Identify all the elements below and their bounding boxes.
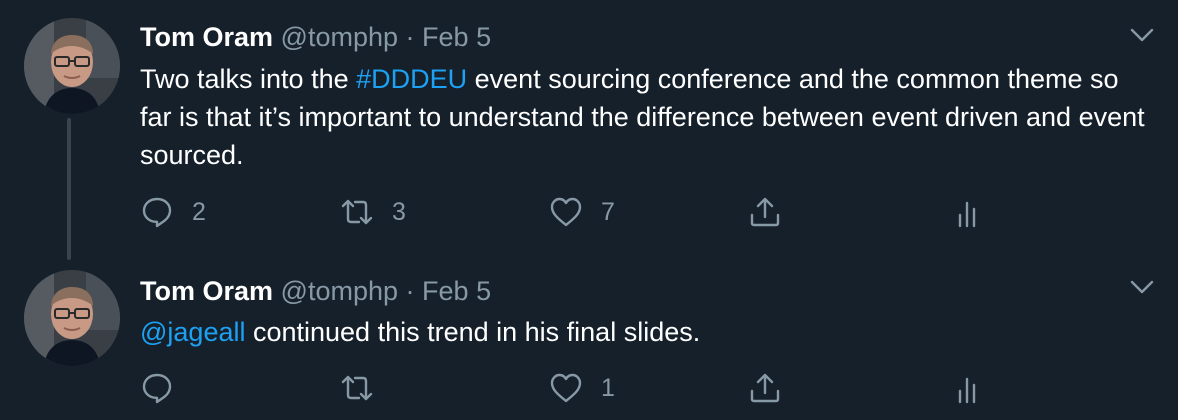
tweet-2[interactable]: Tom Oram @tomphp · Feb 5 @jageall contin… bbox=[0, 260, 1178, 420]
analytics-icon bbox=[958, 377, 976, 404]
like-count: 1 bbox=[601, 374, 615, 402]
tweet-text-part: continued this trend in his final slides… bbox=[245, 317, 701, 347]
separator-dot: · bbox=[405, 22, 415, 52]
avatar[interactable] bbox=[24, 270, 120, 366]
retweet-button[interactable]: 3 bbox=[340, 192, 406, 232]
retweet-count: 3 bbox=[392, 198, 406, 226]
thread-line bbox=[67, 118, 71, 260]
share-button[interactable] bbox=[748, 368, 782, 408]
retweet-icon bbox=[341, 199, 373, 225]
like-button[interactable]: 1 bbox=[549, 368, 615, 408]
tweet-text-part: Two talks into the bbox=[140, 64, 357, 94]
tweet-date[interactable]: Feb 5 bbox=[422, 22, 491, 52]
tweet-text: Two talks into the #DDDEU event sourcing… bbox=[140, 60, 1150, 174]
tweet-1[interactable]: Tom Oram @tomphp · Feb 5 Two talks into … bbox=[0, 0, 1178, 260]
analytics-button[interactable] bbox=[952, 368, 986, 408]
author-handle[interactable]: @tomphp bbox=[281, 276, 398, 306]
share-icon bbox=[750, 373, 780, 403]
tweet-header: Tom Oram @tomphp · Feb 5 bbox=[140, 274, 491, 308]
like-icon bbox=[550, 373, 582, 403]
hashtag-link[interactable]: #DDDEU bbox=[356, 64, 467, 94]
reply-icon bbox=[142, 197, 172, 228]
tweet-actions: 1 bbox=[140, 368, 1040, 408]
author-handle[interactable]: @tomphp bbox=[281, 22, 398, 52]
retweet-icon bbox=[341, 375, 373, 401]
analytics-button[interactable] bbox=[952, 192, 986, 232]
author-name[interactable]: Tom Oram bbox=[140, 276, 273, 306]
share-icon bbox=[750, 197, 780, 227]
tweet-actions: 2 3 7 bbox=[140, 192, 1040, 232]
chevron-down-icon[interactable] bbox=[1126, 18, 1158, 50]
reply-button[interactable]: 2 bbox=[140, 192, 206, 232]
share-button[interactable] bbox=[748, 192, 782, 232]
chevron-down-icon[interactable] bbox=[1126, 270, 1158, 302]
retweet-button[interactable] bbox=[340, 368, 392, 408]
analytics-icon bbox=[958, 201, 976, 228]
tweet-text: @jageall continued this trend in his fin… bbox=[140, 313, 1150, 351]
tweet-date[interactable]: Feb 5 bbox=[422, 276, 491, 306]
tweet-header: Tom Oram @tomphp · Feb 5 bbox=[140, 20, 491, 54]
like-button[interactable]: 7 bbox=[549, 192, 615, 232]
reply-button[interactable] bbox=[140, 368, 192, 408]
like-count: 7 bbox=[601, 198, 615, 226]
author-name[interactable]: Tom Oram bbox=[140, 22, 273, 52]
avatar[interactable] bbox=[24, 18, 120, 114]
separator-dot: · bbox=[405, 276, 415, 306]
mention-link[interactable]: @jageall bbox=[140, 317, 245, 347]
like-icon bbox=[550, 197, 582, 227]
reply-icon bbox=[142, 373, 172, 404]
reply-count: 2 bbox=[192, 198, 206, 226]
